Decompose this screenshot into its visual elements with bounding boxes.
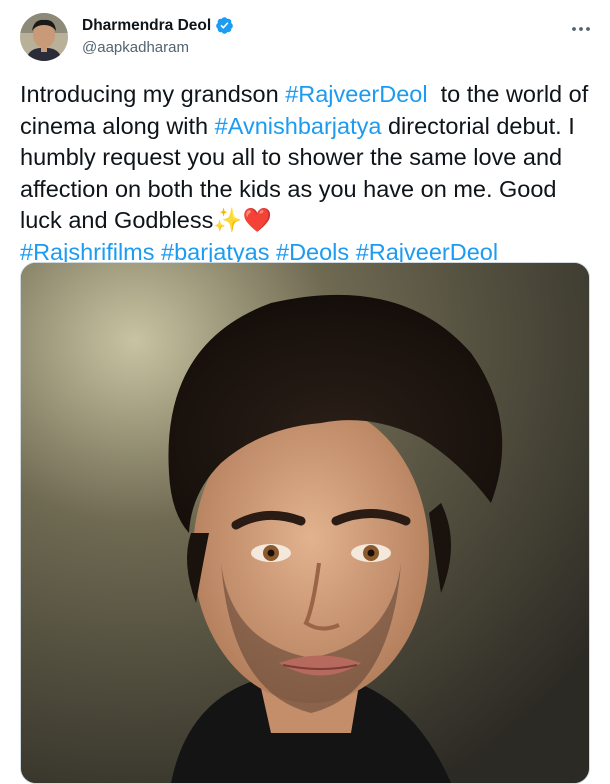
hashtag-link[interactable]: #Deols: [276, 239, 349, 265]
author-name[interactable]: Dharmendra Deol: [82, 17, 211, 35]
author-name-row[interactable]: Dharmendra Deol: [82, 16, 234, 35]
hashtag-link[interactable]: #RajveerDeol: [356, 239, 498, 265]
hashtag-link[interactable]: #RajveerDeol: [285, 81, 427, 107]
tweet-text-part: Introducing my grandson: [20, 81, 286, 107]
hashtag-link[interactable]: #barjatyas: [161, 239, 269, 265]
more-options-icon[interactable]: [566, 14, 596, 44]
tweet-photo[interactable]: [20, 262, 590, 784]
sparkles-emoji: ✨: [213, 207, 243, 233]
tweet-card[interactable]: Dharmendra Deol @aapkadharam Introducing…: [0, 0, 610, 784]
verified-badge-icon: [215, 16, 234, 35]
red-heart-emoji: ❤️: [242, 207, 272, 233]
author-handle[interactable]: @aapkadharam: [82, 39, 189, 56]
hashtag-link[interactable]: #Rajshrifilms: [20, 239, 155, 265]
portrait-photo: [21, 263, 589, 783]
avatar[interactable]: [20, 13, 68, 61]
hashtag-link[interactable]: #Avnishbarjatya: [215, 113, 382, 139]
avatar-image: [20, 13, 68, 61]
tweet-text: Introducing my grandson #RajveerDeol to …: [20, 79, 600, 268]
